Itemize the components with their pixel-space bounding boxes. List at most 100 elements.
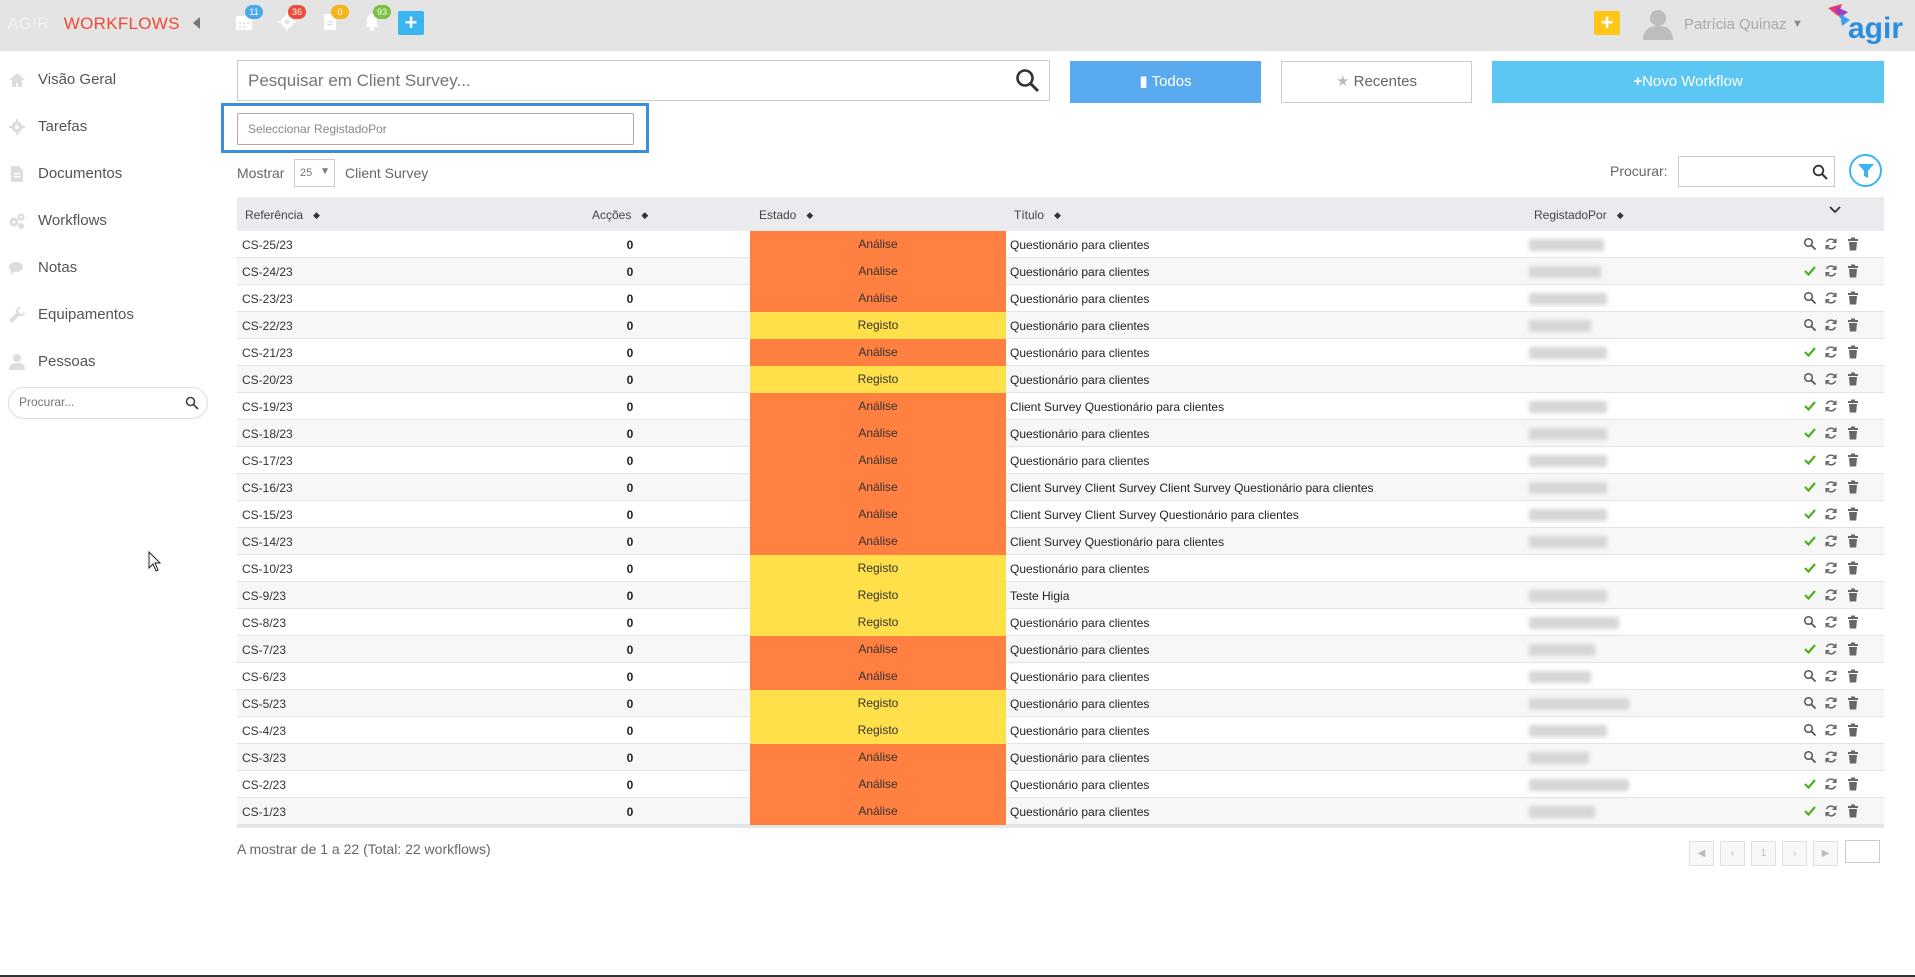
calendar-button[interactable]: 11 [234,5,263,34]
collapse-sidebar-icon[interactable] [193,17,200,29]
quick-add-button[interactable]: + [398,11,424,35]
page-size-select[interactable]: 25 ▼ [294,159,335,187]
cell-referencia[interactable]: CS-23/23 [242,292,293,306]
sidebar-item-pessoas[interactable]: Pessoas [0,347,215,375]
search-icon[interactable] [1015,68,1041,94]
cell-referencia[interactable]: CS-8/23 [242,616,286,630]
trash-icon[interactable] [1846,615,1860,629]
cell-referencia[interactable]: CS-4/23 [242,724,286,738]
cell-referencia[interactable]: CS-22/23 [242,319,293,333]
workflow-search[interactable] [237,60,1050,101]
refresh-icon[interactable] [1824,399,1838,413]
trash-icon[interactable] [1846,777,1860,791]
trash-icon[interactable] [1846,480,1860,494]
sidebar-item-tarefas[interactable]: Tarefas [0,112,215,140]
cell-referencia[interactable]: CS-1/23 [242,805,286,819]
table-row[interactable]: CS-15/23 0 Análise Client Survey Client Sur… [237,501,1884,528]
col-titulo[interactable]: Título ◆ [1014,208,1061,222]
notifications-button[interactable]: 93 [362,5,391,34]
table-row[interactable]: CS-6/23 0 Análise Questionário para cliente… [237,663,1884,690]
trash-icon[interactable] [1846,669,1860,683]
cell-referencia[interactable]: CS-7/23 [242,643,286,657]
sidebar-search[interactable] [8,387,208,419]
trash-icon[interactable] [1846,453,1860,467]
approve-icon[interactable] [1803,642,1817,656]
view-icon[interactable] [1803,696,1817,710]
refresh-icon[interactable] [1824,345,1838,359]
refresh-icon[interactable] [1824,426,1838,440]
table-row[interactable]: CS-14/23 0 Análise Client Survey Questionár… [237,528,1884,555]
sidebar-item-documentos[interactable]: Documentos [0,159,215,187]
trash-icon[interactable] [1846,426,1860,440]
cell-referencia[interactable]: CS-16/23 [242,481,293,495]
table-row[interactable]: CS-17/23 0 Análise Questionário para client… [237,447,1884,474]
trash-icon[interactable] [1846,345,1860,359]
documents-button[interactable]: 0 [320,5,349,34]
cell-referencia[interactable]: CS-18/23 [242,427,293,441]
table-row[interactable]: CS-19/23 0 Análise Client Survey Questionár… [237,393,1884,420]
next-page-button[interactable]: › [1782,841,1807,866]
todos-button[interactable]: ▮ Todos [1070,61,1261,103]
approve-icon[interactable] [1803,480,1817,494]
approve-icon[interactable] [1803,507,1817,521]
refresh-icon[interactable] [1824,723,1838,737]
trash-icon[interactable] [1846,264,1860,278]
table-row[interactable]: CS-7/23 0 Análise Questionário para cliente… [237,636,1884,663]
refresh-icon[interactable] [1824,561,1838,575]
sidebar-item-visao-geral[interactable]: Visão Geral [0,65,215,93]
page-number-button[interactable]: 1 [1751,841,1776,866]
view-icon[interactable] [1803,372,1817,386]
trash-icon[interactable] [1846,507,1860,521]
page-jump-input[interactable] [1845,840,1880,863]
col-accoes[interactable]: Acções ◆ [592,208,648,222]
refresh-icon[interactable] [1824,264,1838,278]
sidebar-item-equipamentos[interactable]: Equipamentos [0,300,215,328]
table-row[interactable]: CS-2/23 0 Análise Questionário para cliente… [237,771,1884,798]
refresh-icon[interactable] [1824,777,1838,791]
trash-icon[interactable] [1846,642,1860,656]
refresh-icon[interactable] [1824,804,1838,818]
view-icon[interactable] [1803,318,1817,332]
cell-referencia[interactable]: CS-2/23 [242,778,286,792]
registado-por-select[interactable]: Seleccionar RegistadoPor [237,113,634,145]
table-row[interactable]: CS-21/23 0 Análise Questionário para client… [237,339,1884,366]
view-icon[interactable] [1803,237,1817,251]
sidebar-item-workflows[interactable]: Workflows [0,206,215,234]
view-icon[interactable] [1803,615,1817,629]
refresh-icon[interactable] [1824,453,1838,467]
refresh-icon[interactable] [1824,642,1838,656]
cell-referencia[interactable]: CS-24/23 [242,265,293,279]
col-estado[interactable]: Estado ◆ [759,208,813,222]
refresh-icon[interactable] [1824,372,1838,386]
approve-icon[interactable] [1803,777,1817,791]
table-row[interactable]: CS-16/23 0 Análise Client Survey Client Sur… [237,474,1884,501]
user-name[interactable]: Patrícia Quinaz [1684,16,1787,33]
cell-referencia[interactable]: CS-10/23 [242,562,293,576]
trash-icon[interactable] [1846,561,1860,575]
trash-icon[interactable] [1846,723,1860,737]
cell-referencia[interactable]: CS-19/23 [242,400,293,414]
table-row[interactable]: CS-25/23 0 Análise Questionário para client… [237,231,1884,258]
refresh-icon[interactable] [1824,534,1838,548]
refresh-icon[interactable] [1824,588,1838,602]
user-avatar-icon[interactable] [1640,7,1676,41]
refresh-icon[interactable] [1824,615,1838,629]
add-item-button[interactable]: + [1594,11,1620,35]
approve-icon[interactable] [1803,453,1817,467]
cell-referencia[interactable]: CS-15/23 [242,508,293,522]
table-row[interactable]: CS-1/23 0 Análise Questionário para cliente… [237,798,1884,825]
prev-page-button[interactable]: ‹ [1720,841,1745,866]
approve-icon[interactable] [1803,588,1817,602]
trash-icon[interactable] [1846,318,1860,332]
table-row[interactable]: CS-20/23 0 Registo Questionário para client… [237,366,1884,393]
filter-button[interactable] [1849,154,1882,187]
novo-workflow-button[interactable]: +Novo Workflow [1492,61,1884,103]
cell-referencia[interactable]: CS-14/23 [242,535,293,549]
last-page-button[interactable]: ▶ [1813,841,1838,866]
table-row[interactable]: CS-8/23 0 Registo Questionário para cliente… [237,609,1884,636]
table-row[interactable]: CS-9/23 0 Registo Teste Higia [237,582,1884,609]
cell-referencia[interactable]: CS-21/23 [242,346,293,360]
approve-icon[interactable] [1803,264,1817,278]
table-row[interactable]: CS-22/23 0 Registo Questionário para client… [237,312,1884,339]
approve-icon[interactable] [1803,399,1817,413]
